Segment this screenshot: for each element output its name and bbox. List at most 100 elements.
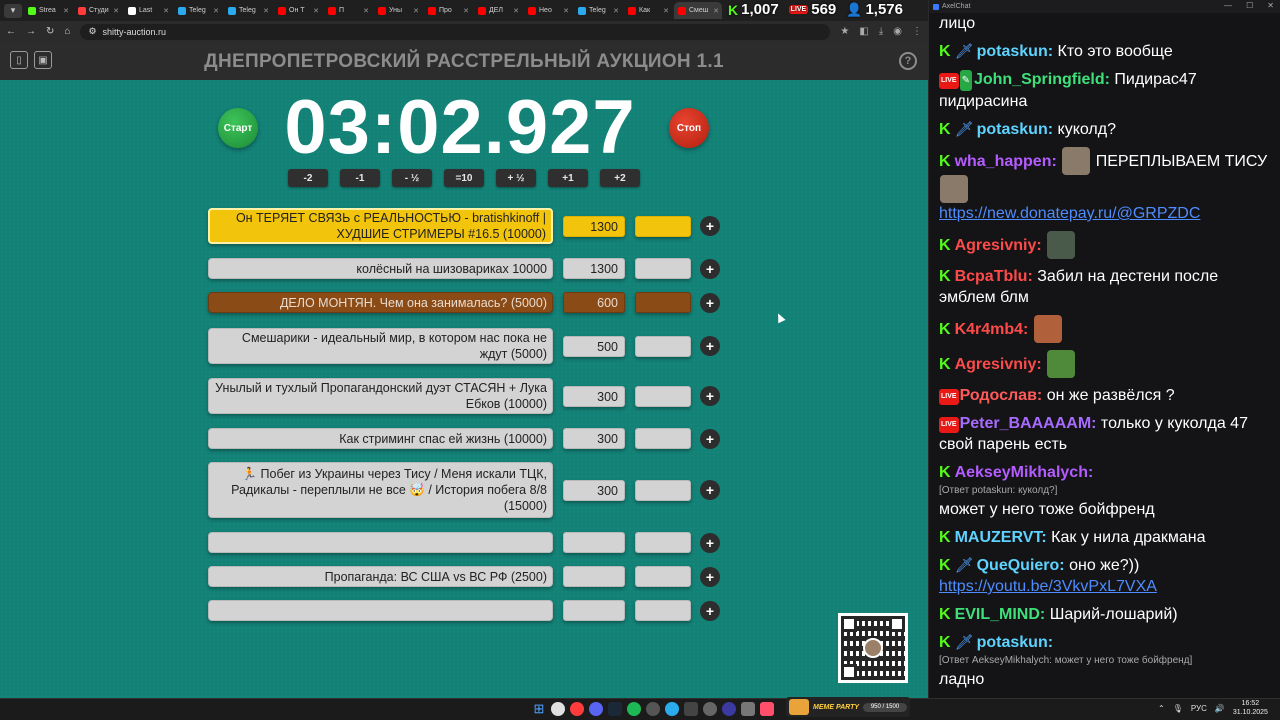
tab-close-icon[interactable]: ✕ (363, 7, 369, 15)
lot-add-button[interactable]: + (700, 428, 720, 449)
tab-close-icon[interactable]: ✕ (263, 7, 269, 15)
chat-username[interactable]: potaskun: (977, 43, 1053, 60)
browser-tab[interactable]: Teleg ✕ (574, 2, 622, 19)
chat-username[interactable]: Agresivniy: (955, 237, 1042, 254)
help-icon[interactable]: ? (899, 52, 917, 70)
lot-name-field[interactable]: ДЕЛО МОНТЯН. Чем она занималась? (5000) (208, 292, 553, 313)
tab-close-icon[interactable]: ✕ (413, 7, 419, 15)
browser-tab[interactable]: Last ✕ (124, 2, 172, 19)
windows-start-icon[interactable]: ⊞ (532, 702, 546, 716)
chat-link[interactable]: https://new.donatepay.ru/@GRPZDC (939, 203, 1272, 224)
stop-button[interactable]: Стоп (669, 108, 709, 148)
chat-username[interactable]: Agresivniy: (955, 356, 1042, 373)
timer-adjust-button[interactable]: +1 (548, 169, 588, 187)
browser-tab[interactable]: Он Т ✕ (274, 2, 322, 19)
lot-amount-field[interactable]: 500 (563, 335, 625, 357)
forward-icon[interactable]: → (26, 26, 36, 37)
tab-close-icon[interactable]: ✕ (63, 7, 69, 15)
chat-username[interactable]: EVIL_MIND: (955, 606, 1046, 623)
app-icon[interactable] (722, 702, 736, 716)
browser-tab[interactable]: Про ✕ (424, 2, 472, 19)
steam-icon[interactable] (608, 702, 622, 716)
chat-username[interactable]: wha_happen: (955, 153, 1057, 170)
browser-tab[interactable]: Teleg ✕ (174, 2, 222, 19)
discord-icon[interactable] (589, 702, 603, 716)
extension-icon[interactable]: ◧ (859, 26, 868, 37)
close-icon[interactable]: ✕ (1267, 1, 1274, 10)
tab-close-icon[interactable]: ✕ (713, 7, 719, 15)
browser-menu-icon[interactable]: ⋮ (912, 26, 922, 37)
lot-name-field[interactable] (208, 600, 553, 621)
timer-adjust-button[interactable]: + ½ (496, 169, 536, 187)
chat-username[interactable]: Родослав: (960, 387, 1043, 404)
lot-add-button[interactable]: + (700, 216, 720, 236)
lot-add-button[interactable]: + (700, 336, 720, 356)
lot-add-amount-input[interactable] (635, 335, 691, 357)
lot-name-field[interactable]: Как стриминг спас ей жизнь (10000) (208, 428, 553, 449)
url-field[interactable]: ⚙ shitty-auction.ru (80, 23, 831, 40)
lot-add-amount-input[interactable] (635, 479, 691, 501)
spotify-icon[interactable] (627, 702, 641, 716)
app-icon[interactable] (741, 702, 755, 716)
lot-amount-field[interactable]: 1300 (563, 258, 625, 279)
start-button[interactable]: Старт (218, 108, 258, 148)
lot-amount-field[interactable]: 300 (563, 385, 625, 407)
site-info-icon[interactable]: ⚙ (88, 26, 96, 37)
timer-adjust-button[interactable]: -2 (288, 169, 328, 187)
minimize-icon[interactable]: — (1224, 1, 1232, 10)
lot-amount-field[interactable]: 300 (563, 479, 625, 501)
lot-add-amount-input[interactable] (635, 532, 691, 553)
browser-tab[interactable]: Нео ✕ (524, 2, 572, 19)
chat-username[interactable]: John_Springfield: (974, 71, 1110, 88)
lot-amount-field[interactable] (563, 566, 625, 587)
lot-add-button[interactable]: + (700, 258, 720, 279)
browser-tab[interactable]: Уны ✕ (374, 2, 422, 19)
lot-add-button[interactable]: + (700, 292, 720, 313)
chat-username[interactable]: QueQuiero: (977, 557, 1065, 574)
downloads-icon[interactable]: ⤓ (879, 26, 883, 37)
lot-add-amount-input[interactable] (635, 600, 691, 621)
lot-add-button[interactable]: + (700, 566, 720, 587)
browser-tab[interactable]: ДЕЛ ✕ (474, 2, 522, 19)
app-icon[interactable] (703, 702, 717, 716)
browser-tab[interactable]: Strea ✕ (24, 2, 72, 19)
lot-add-amount-input[interactable] (635, 292, 691, 313)
lot-name-field[interactable]: колёсный на шизовариках 10000 (208, 258, 553, 279)
tab-close-icon[interactable]: ✕ (163, 7, 169, 15)
home-icon[interactable]: ⌂ (64, 26, 70, 37)
language-indicator[interactable]: РУС (1191, 704, 1207, 713)
tab-close-icon[interactable]: ✕ (663, 7, 669, 15)
lot-name-field[interactable]: Пропаганда: ВС США vs ВС РФ (2500) (208, 566, 553, 587)
bookmark-star-icon[interactable]: ★ (840, 26, 849, 37)
lot-add-button[interactable]: + (700, 386, 720, 406)
maximize-icon[interactable]: ☐ (1246, 1, 1253, 10)
lot-add-button[interactable]: + (700, 532, 720, 553)
browser-tab[interactable]: Teleg ✕ (224, 2, 272, 19)
tab-close-icon[interactable]: ✕ (463, 7, 469, 15)
telegram-icon[interactable] (665, 702, 679, 716)
browser-tab[interactable]: Смеш ✕ (674, 2, 722, 19)
reload-icon[interactable]: ↻ (46, 26, 54, 37)
app-icon[interactable] (646, 702, 660, 716)
volume-icon[interactable]: 🔊 (1215, 704, 1225, 713)
chat-username[interactable]: K4r4mb4: (955, 321, 1029, 338)
lot-add-amount-input[interactable] (635, 215, 691, 237)
lot-amount-field[interactable] (563, 532, 625, 553)
tray-overflow-icon[interactable]: ⌃ (1158, 704, 1165, 713)
tab-close-icon[interactable]: ✕ (563, 7, 569, 15)
chat-username[interactable]: Peter_BAAAAAM: (960, 415, 1097, 432)
lot-add-amount-input[interactable] (635, 258, 691, 279)
lot-name-field[interactable] (208, 532, 553, 553)
lot-amount-field[interactable]: 600 (563, 292, 625, 313)
lot-add-amount-input[interactable] (635, 566, 691, 587)
timer-adjust-button[interactable]: - ½ (392, 169, 432, 187)
chat-username[interactable]: BcpaTblu: (955, 268, 1033, 285)
lot-amount-field[interactable] (563, 600, 625, 621)
chat-username[interactable]: potaskun: (977, 634, 1053, 651)
lot-name-field[interactable]: Унылый и тухлый Пропагандонский дуэт СТА… (208, 378, 553, 414)
lot-amount-field[interactable]: 300 (563, 428, 625, 449)
lot-add-amount-input[interactable] (635, 385, 691, 407)
timer-adjust-button[interactable]: =10 (444, 169, 484, 187)
tab-close-icon[interactable]: ✕ (213, 7, 219, 15)
lot-add-button[interactable]: + (700, 480, 720, 500)
